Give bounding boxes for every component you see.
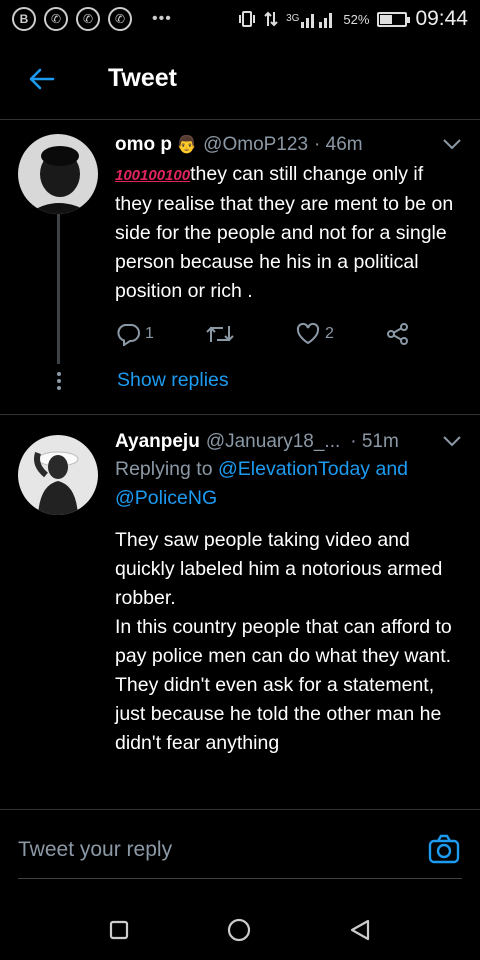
- tweet-text-line: They didn't even ask for a statement, ju…: [115, 674, 442, 754]
- home-icon[interactable]: [227, 918, 251, 942]
- tweet-omop[interactable]: omo p 👨 @OmoP123 · 46m 100100100they can…: [0, 120, 480, 412]
- data-transfer-icon: [264, 11, 278, 27]
- whatsapp-icon: ✆: [76, 7, 100, 31]
- whatsapp-icon: ✆: [108, 7, 132, 31]
- back-arrow-icon[interactable]: [12, 49, 72, 109]
- status-bar: B ✆ ✆ ✆ ••• 3G 52% 09:44: [0, 0, 480, 38]
- tweet-text: They saw people taking video and quickly…: [115, 526, 462, 758]
- retweet-icon: [206, 326, 234, 342]
- mention-link[interactable]: @PoliceNG: [115, 487, 217, 509]
- tweet-text: 100100100they can still change only if t…: [115, 160, 462, 306]
- signal-icon: [301, 13, 333, 28]
- clock: 09:44: [415, 7, 468, 30]
- chevron-down-icon[interactable]: [442, 138, 462, 150]
- tweet-ayanpeju[interactable]: Ayanpeju @January18_... · 51m Replying t…: [0, 415, 480, 809]
- more-notifications-icon: •••: [152, 10, 172, 27]
- timestamp: · 51m: [350, 431, 399, 452]
- like-count: 2: [325, 325, 334, 342]
- thread-more-dots: [55, 372, 62, 393]
- network-type: 3G: [286, 13, 300, 24]
- reply-input[interactable]: [18, 838, 398, 862]
- recent-apps-icon[interactable]: [109, 920, 129, 940]
- tweet-meta: Ayanpeju @January18_... · 51m: [115, 431, 462, 453]
- notification-icons: B ✆ ✆ ✆ •••: [12, 7, 172, 31]
- reply-underline: [18, 878, 462, 879]
- reply-composer: [0, 809, 480, 899]
- whatsapp-icon: ✆: [44, 7, 68, 31]
- tweet-actions: 1 2: [115, 322, 411, 346]
- display-name[interactable]: Ayanpeju: [115, 431, 200, 453]
- username[interactable]: @January18_...: [206, 431, 340, 453]
- tweet-text-line: In this country people that can afford t…: [115, 616, 452, 667]
- show-replies-link[interactable]: Show replies: [117, 369, 229, 392]
- display-name[interactable]: omo p: [115, 134, 172, 156]
- hundred-points-emoji-icon: 100100100: [115, 167, 191, 184]
- heart-icon: [296, 322, 320, 345]
- vibrate-icon: [239, 11, 256, 27]
- battery-icon: [377, 11, 411, 27]
- avatar[interactable]: [18, 134, 98, 214]
- back-icon[interactable]: [349, 919, 371, 941]
- avatar[interactable]: [18, 435, 98, 515]
- tweet-text-line: They saw people taking video and quickly…: [115, 529, 443, 609]
- battery-level: [380, 14, 393, 24]
- camera-icon[interactable]: [428, 834, 460, 864]
- like-button[interactable]: 2: [295, 322, 385, 346]
- thread-line: [57, 214, 60, 364]
- mention-link[interactable]: @ElevationToday: [218, 458, 370, 480]
- battery-percent: 52%: [343, 11, 370, 27]
- retweet-button[interactable]: [205, 322, 295, 346]
- replying-to: Replying to @ElevationToday and @PoliceN…: [115, 455, 462, 513]
- tweet-meta: omo p 👨 @OmoP123 · 46m: [115, 134, 462, 156]
- b-icon: B: [12, 7, 36, 31]
- reply-count: 1: [145, 325, 154, 342]
- system-navigation-bar: [0, 900, 480, 960]
- username[interactable]: @OmoP123: [203, 134, 308, 156]
- timestamp: · 46m: [314, 134, 363, 155]
- share-icon: [387, 323, 408, 345]
- chevron-down-icon[interactable]: [442, 435, 462, 447]
- top-app-bar: Tweet: [0, 38, 480, 120]
- and-label: and: [375, 458, 409, 480]
- reply-icon: [117, 324, 140, 346]
- page-title: Tweet: [108, 64, 177, 92]
- tweet-content: Ayanpeju @January18_... · 51m Replying t…: [115, 431, 462, 758]
- reply-button[interactable]: 1: [115, 322, 205, 346]
- tweet-content: omo p 👨 @OmoP123 · 46m 100100100they can…: [115, 134, 462, 306]
- man-emoji-icon: 👨: [176, 135, 198, 154]
- share-button[interactable]: [385, 322, 411, 346]
- replying-to-label: Replying to: [115, 458, 213, 480]
